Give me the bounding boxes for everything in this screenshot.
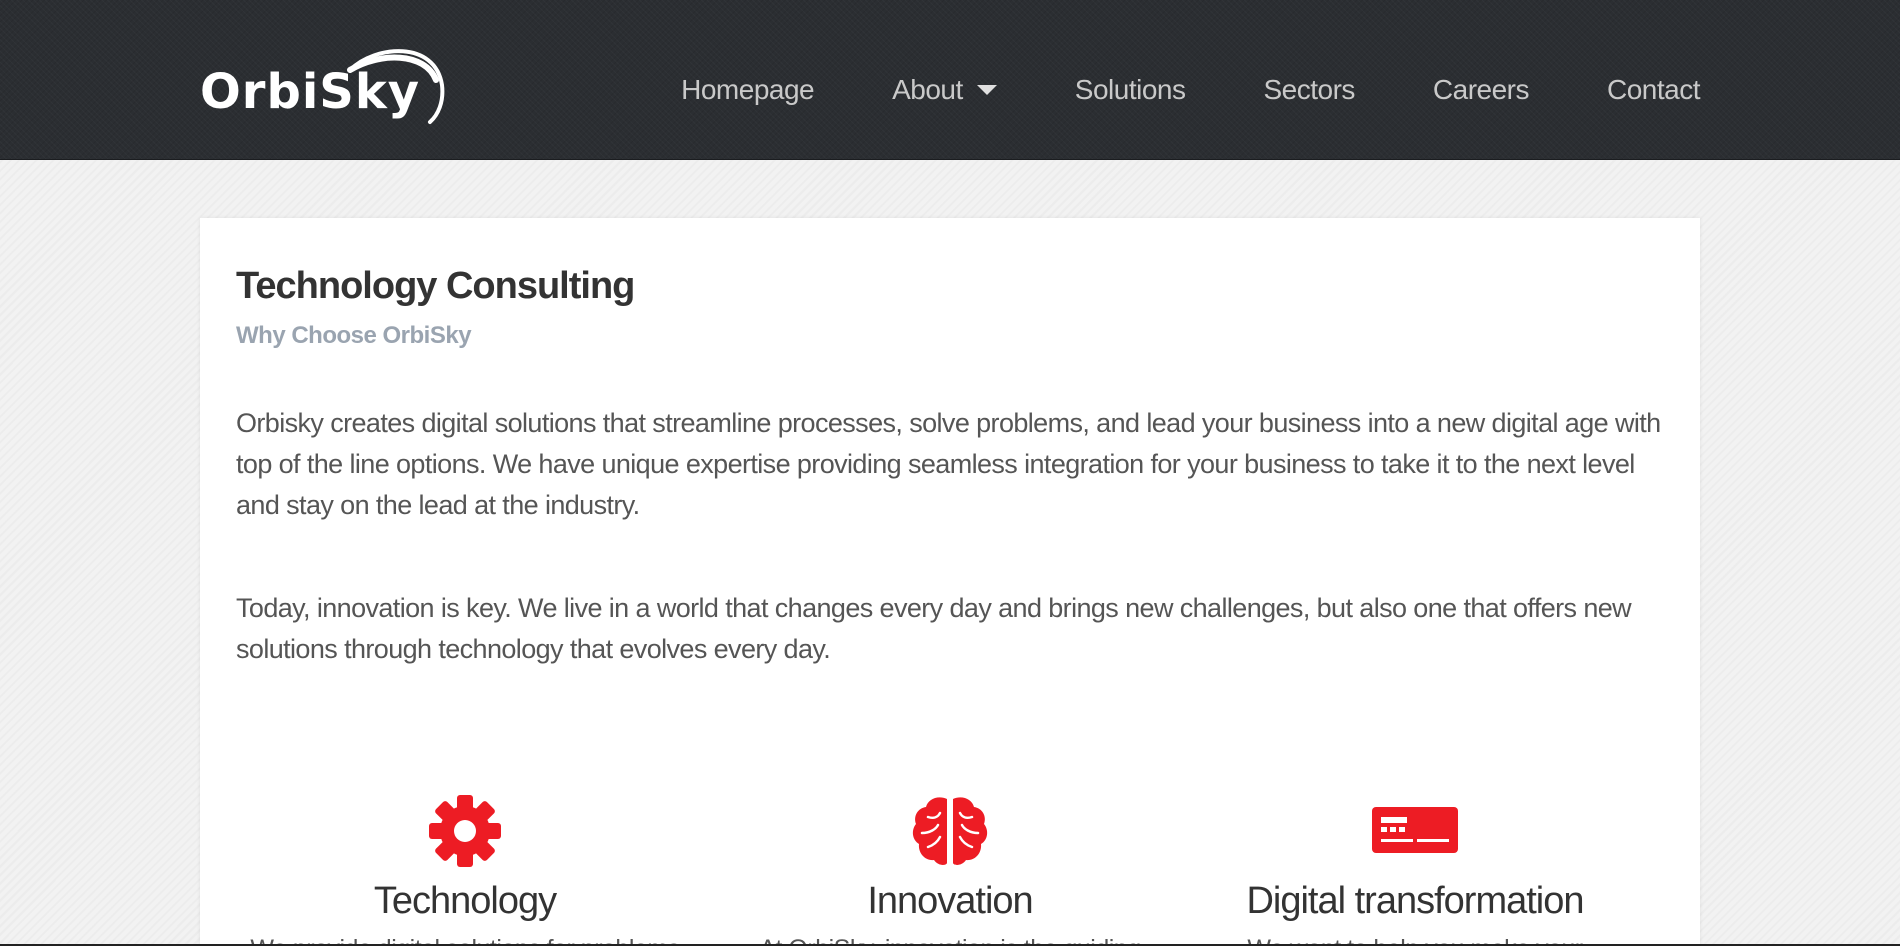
innovation-paragraph: Today, innovation is key. We live in a w… [236, 593, 1632, 664]
nav-item-solutions[interactable]: Solutions [1075, 70, 1186, 110]
nav-item-label: About [892, 74, 963, 105]
feature-title: Innovation [867, 880, 1033, 922]
feature-title: Digital transformation [1246, 880, 1584, 922]
nav-item-label: Homepage [681, 74, 815, 105]
site-header: OrbiSky Homepage About Solutions Sectors… [0, 0, 1900, 160]
logo-text: OrbiSky [200, 64, 421, 120]
feature-innovation: Innovation At OrbiSky, innovation is the… [730, 793, 1170, 946]
feature-digital-transformation: Digital transformation We want to help y… [1195, 793, 1635, 946]
chevron-down-icon [976, 85, 997, 95]
nav-item-label: Careers [1432, 74, 1530, 105]
main-nav: Homepage About Solutions Sectors Careers… [681, 70, 1700, 110]
nav-item-label: Contact [1607, 74, 1701, 105]
feature-title: Technology [373, 880, 557, 922]
brain-icon [912, 797, 988, 865]
orbisky-logo[interactable]: OrbiSky [200, 40, 450, 130]
nav-item-careers[interactable]: Careers [1432, 70, 1530, 110]
nav-item-label: Solutions [1074, 74, 1186, 105]
page-title: Technology Consulting [236, 265, 635, 307]
gear-icon [429, 795, 501, 867]
page-subtitle: Why Choose OrbiSky [236, 322, 472, 349]
nav-item-label: Sectors [1263, 74, 1355, 105]
nav-item-contact[interactable]: Contact [1607, 70, 1701, 110]
card-icon [1372, 807, 1458, 853]
nav-item-sectors[interactable]: Sectors [1263, 70, 1355, 110]
feature-technology: Technology We provide digital solutions … [245, 793, 685, 946]
nav-item-about[interactable]: About [892, 70, 997, 110]
content-card: Technology Consulting Why Choose OrbiSky… [200, 218, 1700, 946]
nav-item-homepage[interactable]: Homepage [681, 70, 814, 110]
intro-paragraph: Orbisky creates digital solutions that s… [236, 408, 1661, 520]
